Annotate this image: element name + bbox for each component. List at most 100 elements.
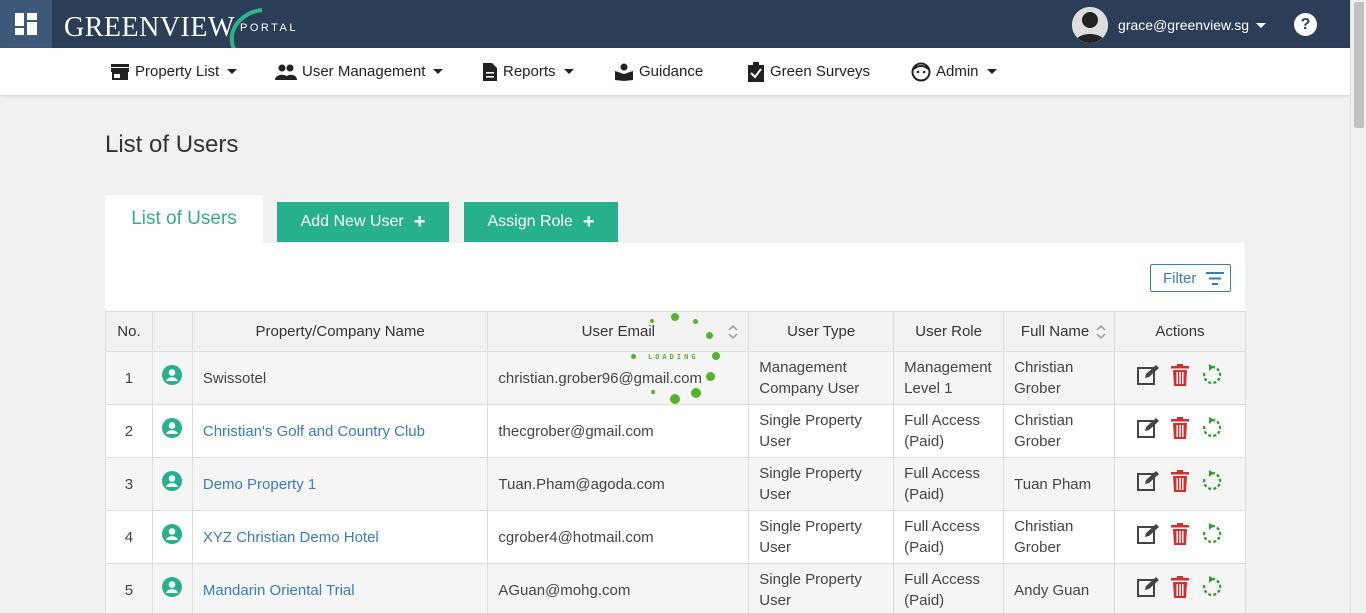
filter-icon — [1206, 271, 1225, 285]
user-type-line-1: Single Property — [759, 571, 862, 588]
col-header-actions: Actions — [1114, 311, 1246, 352]
user-role-line-2: (Paid) — [904, 486, 945, 503]
refresh-icon[interactable] — [1201, 364, 1223, 392]
user-circle-icon — [162, 471, 183, 495]
refresh-icon[interactable] — [1201, 417, 1223, 445]
cell-property[interactable]: Demo Property 1 — [191, 457, 489, 511]
cell-no: 5 — [105, 563, 153, 613]
sort-icon[interactable] — [1096, 324, 1106, 340]
logo-subtext: PORTAL — [240, 22, 298, 34]
cell-user-icon — [151, 404, 193, 458]
trash-icon[interactable] — [1171, 576, 1190, 604]
nav-property-list-label: Property List — [135, 63, 220, 80]
nav-user-management[interactable]: User Management — [275, 48, 444, 95]
main-nav: Property List User Management Reports Gu… — [0, 48, 1350, 95]
col-header-role: User Role — [893, 311, 1005, 352]
user-type-line-1: Single Property — [759, 518, 862, 535]
filter-button[interactable]: Filter — [1150, 264, 1231, 292]
property-name[interactable]: Demo Property 1 — [203, 476, 316, 493]
cell-user-type: Management Company User — [748, 351, 895, 405]
cell-property[interactable]: XYZ Christian Demo Hotel — [191, 510, 489, 564]
edit-icon[interactable] — [1137, 576, 1160, 604]
trash-icon[interactable] — [1171, 417, 1190, 445]
people-icon — [275, 64, 297, 80]
user-type-line-1: Single Property — [759, 412, 862, 429]
app-grid-button[interactable] — [0, 0, 52, 48]
user-type-line-2: Company User — [759, 380, 860, 397]
top-bar: GREENVIEW PORTAL grace@greenview.sg ? — [0, 0, 1350, 60]
user-type-line-2: User — [759, 433, 791, 450]
page-title: List of Users — [105, 131, 239, 158]
help-icon[interactable]: ? — [1294, 13, 1317, 36]
scrollbar-thumb[interactable] — [1354, 2, 1364, 128]
cell-property[interactable]: Christian's Golf and Country Club — [191, 404, 489, 458]
col-header-no: No. — [105, 311, 153, 352]
full-name-line-1: Christian — [1014, 412, 1074, 429]
property-name[interactable]: Christian's Golf and Country Club — [203, 423, 425, 440]
cell-email: thecgrober@gmail.com — [487, 404, 750, 458]
clipboard-check-icon — [748, 61, 764, 82]
cell-user-type: Single Property User — [748, 457, 895, 511]
row-actions — [1115, 417, 1245, 445]
edit-icon[interactable] — [1137, 470, 1160, 498]
refresh-icon[interactable] — [1201, 523, 1223, 551]
property-name[interactable]: XYZ Christian Demo Hotel — [203, 529, 379, 546]
user-role-line-2: (Paid) — [904, 539, 945, 556]
spinner-dot — [631, 354, 636, 359]
assign-role-label: Assign Role — [487, 213, 573, 230]
table-row: 2 Christian's Golf and Country Club thecgr… — [105, 404, 1246, 458]
refresh-icon[interactable] — [1201, 470, 1223, 498]
cell-user-type: Single Property User — [748, 510, 895, 564]
assign-role-button[interactable]: Assign Role + — [464, 202, 618, 242]
cell-user-icon — [151, 351, 193, 405]
cell-user-icon — [151, 563, 193, 613]
loading-text: LOADING — [648, 353, 699, 361]
user-role-line-2: Level 1 — [904, 380, 953, 397]
sort-icon[interactable] — [728, 324, 738, 340]
trash-icon[interactable] — [1171, 364, 1190, 392]
row-actions — [1115, 364, 1245, 392]
nav-reports[interactable]: Reports — [482, 48, 574, 95]
row-actions — [1115, 523, 1245, 551]
nav-green-surveys[interactable]: Green Surveys — [747, 48, 870, 95]
user-email: grace@greenview.sg — [1118, 17, 1249, 33]
chevron-down-icon — [986, 69, 997, 74]
table-row: 5 Mandarin Oriental Trial AGuan@mohg.com Si… — [105, 563, 1246, 613]
col-header-name-label: Full Name — [1020, 323, 1090, 340]
nav-property-list[interactable]: Property List — [110, 48, 238, 95]
trash-icon[interactable] — [1171, 523, 1190, 551]
property-name: Swissotel — [202, 369, 267, 387]
cell-email: AGuan@mohg.com — [487, 563, 750, 613]
page-scrollbar[interactable] — [1350, 0, 1366, 613]
user-role-line-2: (Paid) — [904, 592, 945, 609]
edit-icon[interactable] — [1137, 364, 1160, 392]
spinner-dot — [651, 390, 655, 394]
cell-full-name: Christian Grober — [1003, 404, 1116, 458]
cell-full-name: Andy Guan — [1003, 563, 1116, 613]
full-name-line-2: Grober — [1014, 433, 1061, 450]
cell-full-name: Tuan Pham — [1003, 457, 1116, 511]
cell-full-name: Christian Grober — [1003, 510, 1116, 564]
add-new-user-button[interactable]: Add New User + — [277, 202, 449, 242]
trash-icon[interactable] — [1171, 470, 1190, 498]
user-menu[interactable]: grace@greenview.sg — [1072, 7, 1266, 43]
book-icon — [615, 63, 633, 81]
edit-icon[interactable] — [1137, 523, 1160, 551]
cell-user-type: Single Property User — [748, 404, 895, 458]
cell-user-role: Full Access (Paid) — [893, 404, 1005, 458]
full-name-line-2: Grober — [1014, 380, 1061, 397]
cell-no: 1 — [105, 351, 153, 405]
col-header-name[interactable]: Full Name — [1003, 311, 1116, 352]
cell-actions — [1114, 351, 1246, 405]
user-role-line-2: (Paid) — [904, 433, 945, 450]
nav-guidance[interactable]: Guidance — [614, 48, 703, 95]
cell-property[interactable]: Mandarin Oriental Trial — [191, 563, 489, 613]
edit-icon[interactable] — [1137, 417, 1160, 445]
tab-list-of-users[interactable]: List of Users — [105, 195, 263, 243]
property-name[interactable]: Mandarin Oriental Trial — [203, 582, 355, 599]
spinner-dot — [706, 332, 713, 339]
cell-email: cgrober4@hotmail.com — [487, 510, 750, 564]
refresh-icon[interactable] — [1201, 576, 1223, 604]
greenview-logo[interactable]: GREENVIEW PORTAL — [64, 8, 314, 60]
nav-admin[interactable]: Admin — [911, 48, 997, 95]
